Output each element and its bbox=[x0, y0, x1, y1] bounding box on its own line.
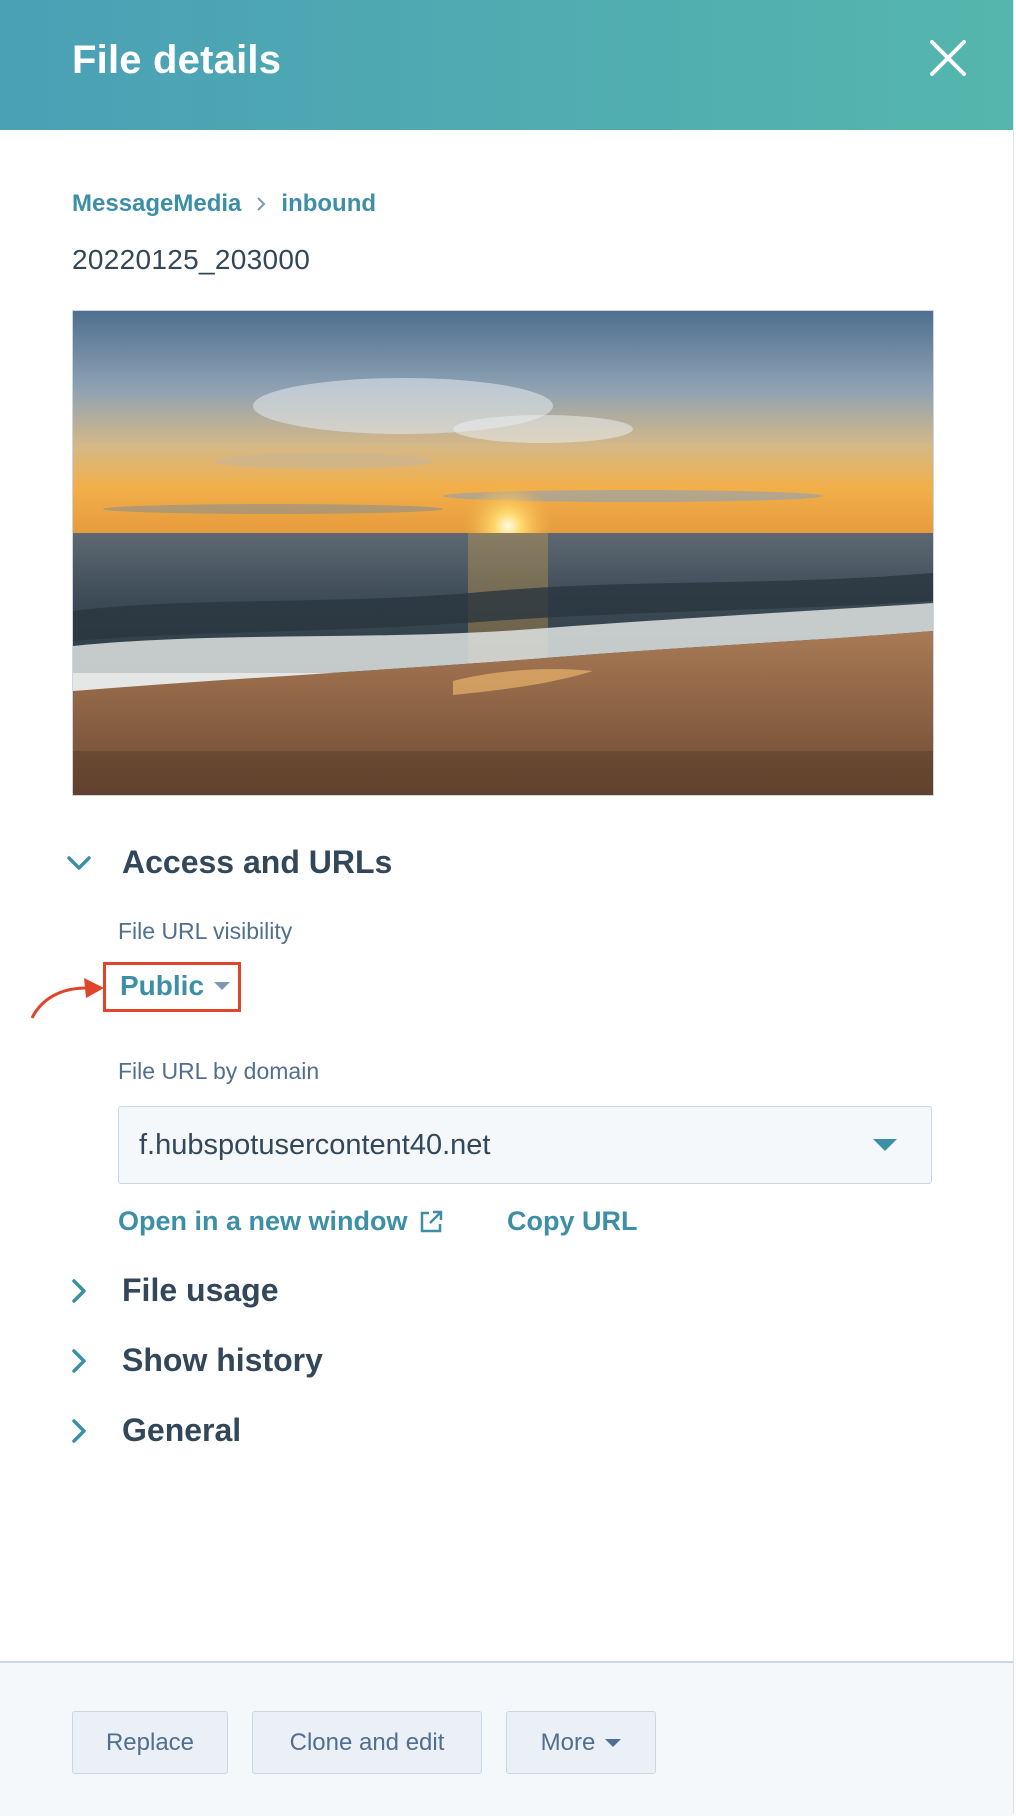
section-access-urls-label: Access and URLs bbox=[122, 844, 393, 880]
breadcrumb-item-messagemedia[interactable]: MessageMedia bbox=[72, 190, 241, 218]
breadcrumb-item-inbound[interactable]: inbound bbox=[281, 190, 376, 218]
breadcrumb: MessageMedia inbound bbox=[72, 190, 376, 218]
open-new-window-link[interactable]: Open in a new window bbox=[118, 1206, 444, 1237]
domain-select-value: f.hubspotusercontent40.net bbox=[139, 1128, 491, 1161]
chevron-right-icon bbox=[257, 197, 266, 211]
file-url-visibility-label: File URL visibility bbox=[118, 918, 293, 944]
file-url-domain-label: File URL by domain bbox=[118, 1058, 320, 1084]
section-file-usage-label: File usage bbox=[122, 1272, 279, 1308]
section-show-history-label: Show history bbox=[122, 1342, 323, 1378]
copy-url-link[interactable]: Copy URL bbox=[507, 1206, 638, 1237]
more-button[interactable]: More bbox=[506, 1711, 656, 1774]
section-file-usage[interactable]: File usage bbox=[66, 1272, 279, 1309]
close-icon[interactable] bbox=[926, 36, 970, 80]
clone-and-edit-button[interactable]: Clone and edit bbox=[252, 1711, 482, 1774]
chevron-down-icon bbox=[67, 855, 91, 870]
file-name: 20220125_203000 bbox=[72, 244, 311, 275]
chevron-right-icon bbox=[72, 1418, 86, 1443]
caret-down-icon bbox=[214, 982, 231, 990]
file-url-domain-select[interactable]: f.hubspotusercontent40.net bbox=[118, 1106, 932, 1184]
panel-title: File details bbox=[72, 38, 282, 82]
replace-button[interactable]: Replace bbox=[72, 1711, 228, 1774]
annotation-arrow-icon bbox=[30, 978, 104, 1019]
section-general-label: General bbox=[122, 1412, 242, 1448]
file-preview-image bbox=[72, 310, 934, 796]
chevron-right-icon bbox=[72, 1278, 86, 1303]
more-button-label: More bbox=[540, 1728, 596, 1756]
file-url-visibility-dropdown[interactable]: Public bbox=[120, 970, 231, 1002]
visibility-value: Public bbox=[120, 970, 205, 1001]
dropdown-arrow-icon bbox=[873, 1139, 897, 1151]
caret-down-icon bbox=[605, 1738, 622, 1747]
section-show-history[interactable]: Show history bbox=[66, 1342, 323, 1379]
section-general[interactable]: General bbox=[66, 1412, 241, 1449]
sunset-photo bbox=[73, 311, 933, 795]
external-link-icon bbox=[420, 1210, 442, 1232]
panel-header: File details bbox=[0, 0, 1013, 130]
open-new-window-label: Open in a new window bbox=[118, 1206, 408, 1236]
file-details-panel: File details MessageMedia inbound 202201… bbox=[0, 0, 1014, 1816]
section-access-urls[interactable]: Access and URLs bbox=[66, 844, 392, 881]
chevron-right-icon bbox=[72, 1348, 86, 1373]
